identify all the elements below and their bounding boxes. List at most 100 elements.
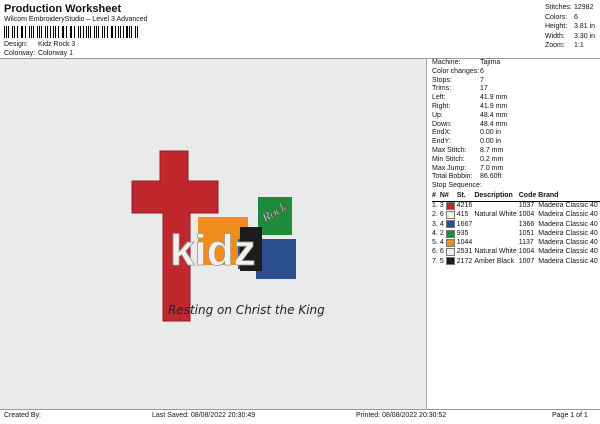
cell-code: 1037 bbox=[518, 202, 535, 210]
color-swatch bbox=[445, 211, 455, 219]
barcode-bar bbox=[54, 26, 56, 38]
cell-st: 2172 bbox=[456, 257, 473, 265]
cell-brand: Madeira Classic 40 bbox=[538, 202, 598, 210]
barcode-bar bbox=[131, 26, 133, 38]
cell-brand: Madeira Classic 40 bbox=[538, 211, 598, 219]
color-swatch bbox=[445, 229, 455, 238]
cell-st: 2531 bbox=[456, 248, 473, 256]
cell-st: 4216 bbox=[456, 202, 473, 210]
design-preview: kidz Rock Resting on Christ the King bbox=[0, 59, 427, 409]
cell-num: 1. bbox=[432, 202, 438, 210]
cell-desc bbox=[474, 230, 518, 239]
barcode-bar bbox=[65, 26, 67, 38]
colorway-row: Colorway: Colorway 1 bbox=[4, 50, 73, 57]
cell-code: 1366 bbox=[518, 220, 535, 228]
colorway-value: Colorway 1 bbox=[37, 50, 73, 57]
color-swatch bbox=[445, 220, 455, 229]
embroidery-design: kidz Rock Resting on Christ the King bbox=[131, 150, 325, 322]
cell-brand: Madeira Classic 40 bbox=[538, 220, 598, 228]
barcode-bar bbox=[11, 26, 13, 38]
color-swatch bbox=[445, 238, 455, 247]
stat-row: Stitches: 12982 bbox=[545, 4, 594, 11]
column-header: # bbox=[432, 191, 440, 202]
stat-row: Zoom: 1:1 bbox=[545, 42, 584, 49]
stat-row: Width: 3.30 in bbox=[545, 32, 596, 40]
machine-info-row: Trims: 17 bbox=[432, 85, 488, 93]
stop-sequence-table: # N# St. Description Code Brand 1. 3 4216 1037 Mad… bbox=[432, 191, 600, 267]
machine-info-row: Max Jump: 7.0 mm bbox=[432, 164, 504, 172]
machine-info-row: Up: 48.4 mm bbox=[432, 111, 508, 119]
cell-desc bbox=[474, 239, 518, 248]
barcode-bar bbox=[90, 26, 92, 38]
machine-info-row: EndY: 0.00 in bbox=[432, 138, 502, 146]
color-swatch-cell bbox=[445, 211, 457, 220]
cell-code: 1137 bbox=[518, 239, 534, 247]
table-row: 6. 6 2531 Natural White 1004 Madeira Classic … bbox=[432, 248, 600, 257]
column-header: N# bbox=[439, 191, 457, 202]
barcode-bar bbox=[87, 26, 89, 38]
barcode-bar bbox=[112, 26, 113, 38]
table-header-row: # N# St. Description Code Brand bbox=[432, 191, 600, 202]
barcode-bar bbox=[41, 26, 43, 38]
barcode bbox=[4, 26, 139, 38]
cell-brand: Madeira Classic 40 bbox=[538, 239, 598, 247]
machine-info-row: Stops: 7 bbox=[432, 76, 484, 84]
cell-desc: Natural White bbox=[474, 248, 517, 256]
cell-st: 1044 bbox=[456, 239, 473, 247]
cell-desc: Natural White bbox=[474, 211, 517, 219]
footer-created: Created By: bbox=[4, 412, 41, 419]
column-header: Brand bbox=[538, 191, 600, 202]
machine-info-row: Right: 41.9 mm bbox=[432, 102, 508, 110]
colorway-label: Colorway: bbox=[4, 50, 36, 57]
machine-info-panel: Machine: Tajima Color changes:6 Stops: 7 Trim… bbox=[432, 59, 600, 267]
machine-info-row: Min Stitch: 0.2 mm bbox=[432, 155, 504, 163]
design-value: Kidz Rock 3 bbox=[37, 41, 76, 48]
cell-brand: Madeira Classic 40 bbox=[538, 257, 598, 265]
cell-st: 1667 bbox=[456, 220, 473, 228]
page-title: Production Worksheet bbox=[4, 3, 122, 15]
table-row: 1. 3 4216 1037 Madeira Classic 40 bbox=[432, 201, 600, 211]
machine-info-row: EndX: 0.00 in bbox=[432, 129, 502, 137]
design-name-row: Design: Kidz Rock 3 bbox=[4, 41, 75, 48]
column-header: St. bbox=[456, 191, 475, 202]
table-row: 2. 6 415 Natural White 1004 Madeira Classic 4… bbox=[432, 211, 600, 220]
stat-row: Height: 3.81 in bbox=[545, 23, 596, 30]
cell-desc: Amber Black bbox=[474, 257, 515, 265]
cell-desc bbox=[474, 201, 518, 211]
cell-num: 7. bbox=[432, 257, 438, 265]
cell-num: 5. bbox=[432, 239, 438, 247]
cell-num: 2. bbox=[432, 211, 438, 219]
table-row: 3. 4 1667 1366 Madeira Classic 40 bbox=[432, 220, 600, 229]
cell-code: 1007 bbox=[518, 257, 535, 265]
barcode-bar bbox=[126, 26, 128, 38]
color-swatch bbox=[445, 248, 455, 256]
cell-code: 1004 bbox=[518, 211, 535, 219]
cell-num: 6. bbox=[432, 248, 438, 256]
barcode-bar bbox=[119, 26, 121, 38]
barcode-bar bbox=[28, 26, 30, 38]
cell-brand: Madeira Classic 40 bbox=[538, 229, 598, 237]
footer-divider bbox=[0, 409, 600, 410]
color-swatch-cell bbox=[445, 238, 457, 248]
cell-brand: Madeira Classic 40 bbox=[538, 248, 598, 256]
table-row: 4. 2 935 1051 Madeira Classic 40 bbox=[432, 229, 600, 239]
color-swatch-cell bbox=[445, 257, 457, 266]
barcode-bar bbox=[73, 26, 76, 38]
cell-code: 1004 bbox=[518, 248, 535, 256]
cell-st: 415 bbox=[456, 211, 469, 219]
cell-num: 3. bbox=[432, 220, 438, 228]
machine-info-row: Machine: Tajima bbox=[432, 59, 501, 66]
stop-sequence-title: Stop Sequence: bbox=[432, 182, 482, 190]
machine-info-row: Total Bobbin: 86.60ft bbox=[432, 173, 502, 181]
color-swatch-cell bbox=[445, 220, 457, 229]
machine-info-row: Max Stitch: 8.7 mm bbox=[432, 146, 504, 154]
barcode-bar bbox=[24, 26, 26, 38]
barcode-bar bbox=[46, 26, 48, 38]
cell-desc bbox=[474, 220, 518, 229]
footer-printed: Printed: 08/08/2022 20:30:52 bbox=[356, 412, 447, 419]
table-row: 7. 5 2172 Amber Black 1007 Madeira Classic 40 bbox=[432, 257, 600, 266]
software-subtitle: Wilcom EmbroideryStudio – Level 3 Advanc… bbox=[4, 16, 148, 23]
color-swatch bbox=[445, 201, 455, 210]
stat-row: Colors: 6 bbox=[545, 13, 578, 21]
logo-word: kidz bbox=[170, 226, 256, 275]
